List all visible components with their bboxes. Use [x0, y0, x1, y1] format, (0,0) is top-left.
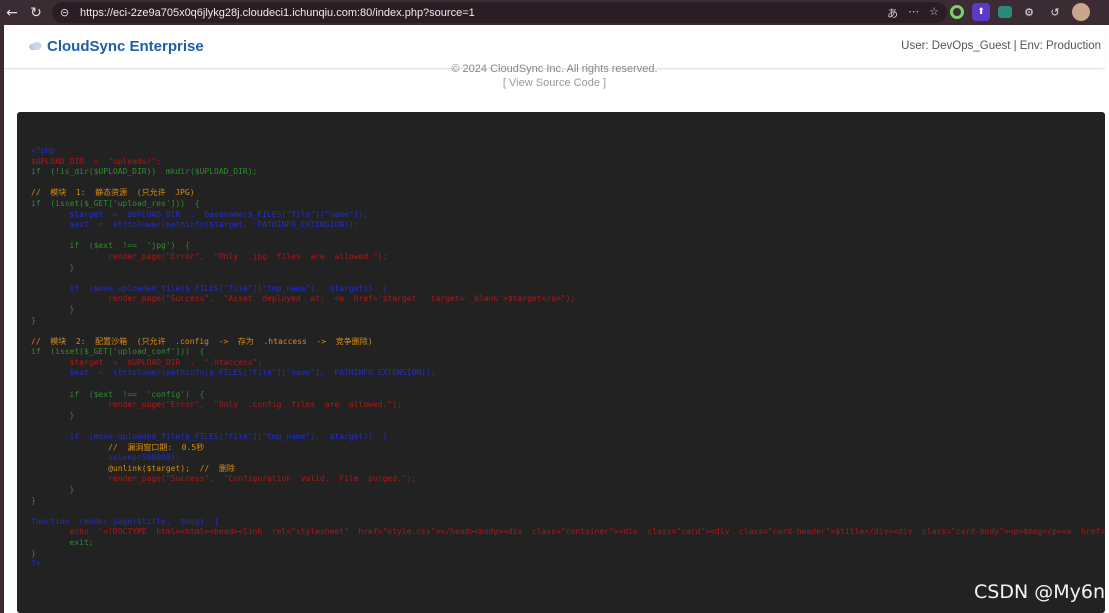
code-line: $ext = strtolower(pathinfo($_FILES["file… — [31, 368, 436, 378]
code-line: // 漏洞窗口期: 0.5秒 — [31, 442, 205, 452]
code-line: exit; — [31, 537, 94, 547]
code-line: if (isset($_GET['upload_conf'])) { — [31, 347, 205, 357]
reload-icon[interactable]: ↻ — [24, 0, 48, 25]
extension-teal-icon[interactable] — [998, 6, 1012, 18]
code-line: } — [31, 262, 75, 272]
brand-title[interactable]: CloudSync Enterprise — [47, 38, 204, 55]
browser-toolbar: ← ↻ ⊝ https://eci-2ze9a705x0q6jlykg28j.c… — [0, 0, 1109, 25]
extension-purple-icon[interactable]: ⬆ — [972, 3, 990, 21]
watermark: CSDN @My6n — [974, 581, 1105, 603]
history-icon[interactable]: ↺ — [1046, 3, 1064, 21]
code-line: } — [31, 304, 75, 314]
code-line: $target = $UPLOAD_DIR . ".htaccess"; — [31, 357, 263, 367]
extension-green-icon[interactable] — [950, 5, 964, 19]
code-line: <?php — [31, 146, 56, 155]
translate-icon[interactable]: あ — [887, 5, 898, 21]
address-bar[interactable]: ⊝ https://eci-2ze9a705x0q6jlykg28j.cloud… — [52, 2, 947, 23]
code-line: // 模块 1: 静态资源 (只允许 JPG) — [31, 188, 195, 198]
code-line: render_page("Error", "Only .config files… — [31, 400, 402, 410]
code-line: ?> — [31, 559, 41, 569]
site-info-icon[interactable]: ⊝ — [60, 6, 76, 19]
bookmark-star-icon[interactable]: ☆ — [929, 5, 939, 21]
code-line: if ($ext !== 'jpg') { — [31, 241, 190, 251]
code-line: } — [31, 315, 36, 325]
cloud-icon — [29, 42, 42, 51]
code-line: $UPLOAD_DIR = "uploads/"; — [31, 156, 162, 166]
code-line: $target = $UPLOAD_DIR . basename($_FILES… — [31, 209, 369, 219]
code-line: } — [31, 485, 75, 494]
user-info: User: DevOps_Guest | Env: Production — [901, 40, 1101, 52]
source-code: <?php $UPLOAD_DIR = "uploads/"; if (!is_di… — [31, 146, 1105, 570]
url-text[interactable]: https://eci-2ze9a705x0q6jlykg28j.cloudec… — [80, 7, 475, 19]
code-line: usleep(500000); — [31, 453, 181, 463]
profile-avatar[interactable] — [1072, 3, 1090, 21]
view-source-label[interactable]: [ View Source Code ] — [503, 77, 606, 89]
code-line: @unlink($target); // 删除 — [31, 463, 235, 473]
code-line: } — [31, 548, 36, 558]
code-line: function render_page($title, $msg) { — [31, 516, 219, 526]
code-line: render_page("Error", "Only .jpg files ar… — [31, 251, 388, 261]
code-line: // 模块 2: 配置沙箱 (只允许 .config -> 存为 .htacce… — [31, 336, 373, 346]
back-icon[interactable]: ← — [0, 0, 24, 25]
code-line: if (isset($_GET['upload_res'])) { — [31, 198, 200, 208]
code-line: if (move_uploaded_file($_FILES["file"]["… — [31, 283, 388, 293]
source-code-panel: <?php $UPLOAD_DIR = "uploads/"; if (!is_di… — [17, 112, 1105, 613]
code-line: render_page("Success", "Asset deployed a… — [31, 294, 576, 304]
code-line: render_page("Success", "Configuration va… — [31, 474, 417, 484]
code-line: } — [31, 410, 75, 420]
code-line: if (!is_dir($UPLOAD_DIR)) mkdir($UPLOAD_… — [31, 167, 258, 177]
page-content: CloudSync Enterprise User: DevOps_Guest … — [4, 25, 1109, 613]
copyright-text: © 2024 CloudSync Inc. All rights reserve… — [451, 63, 658, 75]
code-line: if ($ext !== 'config') { — [31, 389, 205, 399]
view-source-link[interactable]: [ View Source Code ] — [4, 77, 1105, 89]
extensions-puzzle-icon[interactable]: ⚙ — [1020, 3, 1038, 21]
more-icon[interactable]: ⋯ — [908, 5, 919, 21]
code-line: $ext = strtolower(pathinfo($target, PATH… — [31, 220, 359, 230]
code-line: echo '<!DOCTYPE html><html><head><link r… — [31, 527, 1105, 537]
code-line: if (move_uploaded_file($_FILES["file"]["… — [31, 432, 388, 442]
code-line: } — [31, 495, 36, 505]
